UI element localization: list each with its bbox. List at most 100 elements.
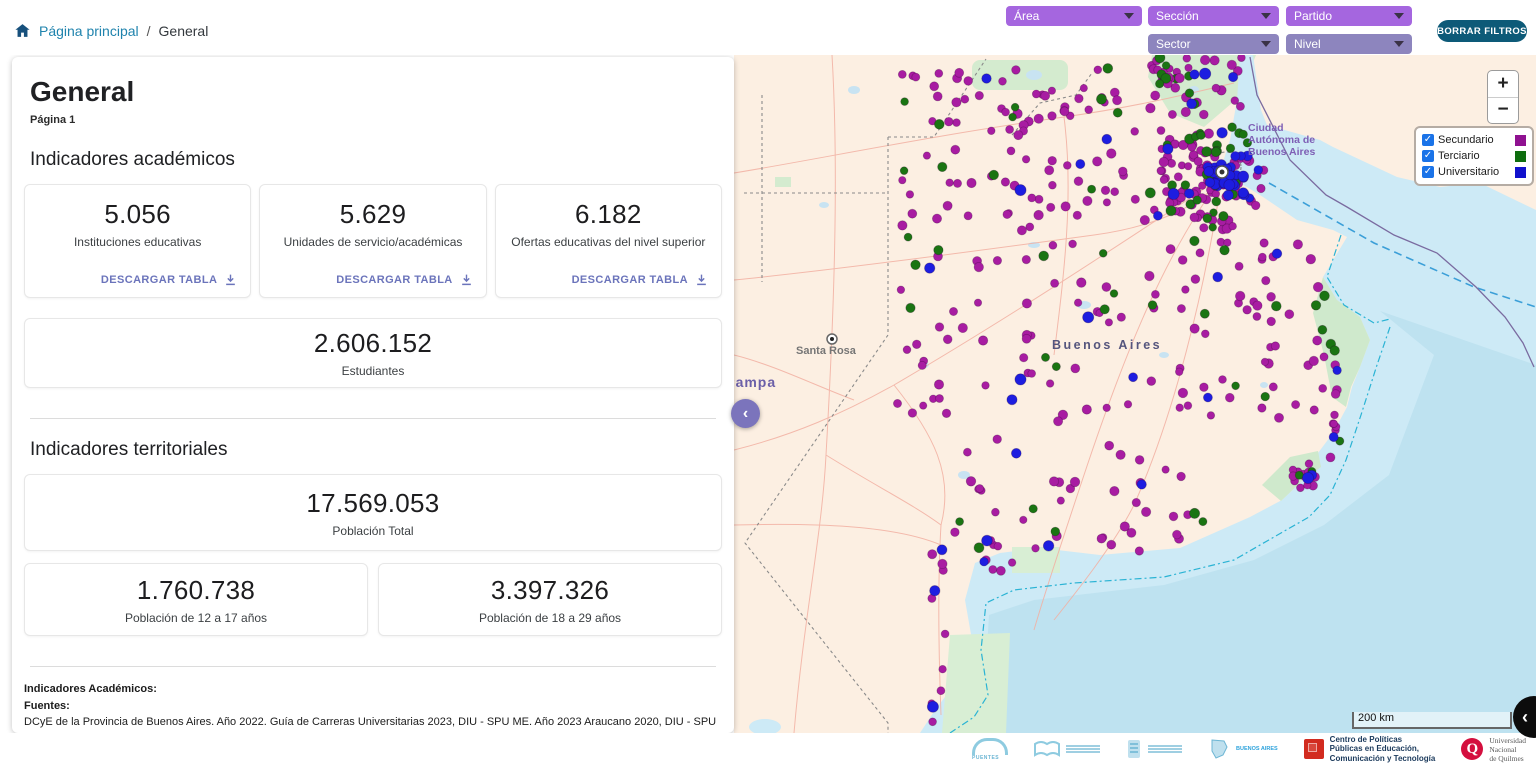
cpp-logo: Centro de Políticas Públicas en Educació… [1304, 735, 1436, 763]
province-map-icon [1208, 738, 1230, 760]
download-icon [224, 273, 237, 286]
card-instituciones: 5.056 Instituciones educativas DESCARGAR… [24, 184, 251, 298]
gba-logo: BUENOS AIRES [1208, 738, 1278, 760]
legend-label-terciario: Terciario [1438, 150, 1480, 162]
unq-line: Nacional [1489, 745, 1526, 754]
card-value: 6.182 [575, 199, 642, 230]
card-value: 17.569.053 [306, 488, 439, 519]
breadcrumb: Página principal / General [14, 22, 208, 39]
label-santa-rosa: Santa Rosa [796, 345, 857, 357]
red-cube-icon [1304, 739, 1324, 759]
card-label: Ofertas educativas del nivel superior [511, 235, 705, 249]
download-icon [460, 273, 473, 286]
unq-logo: Q Universidad Nacional de Quilmes [1461, 736, 1526, 763]
download-table-button[interactable]: DESCARGAR TABLA [572, 273, 708, 286]
card-poblacion-18-29: 3.397.326 Población de 18 a 29 años [378, 563, 722, 636]
legend-row-universitario: ✓ Universitario [1422, 164, 1526, 180]
cpp-line: Públicas en Educación, [1330, 744, 1436, 753]
breadcrumb-separator: / [147, 23, 151, 39]
legend-checkbox-secundario[interactable]: ✓ [1422, 134, 1434, 146]
card-value: 1.760.738 [137, 575, 255, 606]
download-table-button[interactable]: DESCARGAR TABLA [336, 273, 472, 286]
chevron-down-icon [1261, 13, 1271, 19]
download-table-label: DESCARGAR TABLA [572, 274, 688, 286]
zoom-out-button[interactable]: − [1488, 98, 1518, 124]
legend-row-terciario: ✓ Terciario [1422, 148, 1526, 164]
label-la-pampa: La Pampa [734, 374, 776, 390]
card-label: Estudiantes [342, 364, 405, 378]
filter-nivel-label: Nivel [1294, 37, 1321, 51]
filter-partido[interactable]: Partido [1286, 6, 1412, 26]
footnote-line1: DCyE de la Provincia de Buenos Aires. Añ… [24, 716, 716, 733]
card-ofertas: 6.182 Ofertas educativas del nivel super… [495, 184, 722, 298]
map-canvas[interactable]: Santa Rosa La Pampa Buenos Aires Ciudad … [734, 55, 1536, 733]
emblem-icon [1126, 739, 1142, 759]
section-divider [30, 418, 716, 419]
chevron-down-icon [1261, 41, 1271, 47]
filter-seccion-label: Sección [1156, 9, 1199, 23]
card-value: 2.606.152 [314, 328, 432, 359]
puentes-label: PUENTES [972, 755, 1008, 761]
filter-sector[interactable]: Sector [1148, 34, 1279, 54]
svg-text:Buenos Aires: Buenos Aires [1248, 146, 1315, 158]
clear-filters-button[interactable]: BORRAR FILTROS [1437, 20, 1527, 42]
svg-text:Autónoma de: Autónoma de [1248, 134, 1315, 146]
cpp-line: Comunicación y Tecnología [1330, 754, 1436, 763]
section-divider [30, 666, 716, 667]
unq-line: Universidad [1489, 736, 1526, 745]
academic-heading: Indicadores académicos [30, 149, 734, 171]
sources-footnote: Indicadores Académicos: Fuentes: DCyE de… [24, 681, 734, 733]
logo-caption-bars [1066, 744, 1100, 754]
card-poblacion-12-17: 1.760.738 Población de 12 a 17 años [24, 563, 368, 636]
filter-partido-label: Partido [1294, 9, 1332, 23]
footer-logo-strip: PUENTES BUENOS AIRES Centro de Políticas… [0, 733, 1536, 765]
download-table-button[interactable]: DESCARGAR TABLA [101, 273, 237, 286]
filter-area[interactable]: Área [1006, 6, 1142, 26]
page-title: General [30, 77, 734, 107]
logo-caption-bars [1148, 744, 1182, 754]
card-value: 3.397.326 [491, 575, 609, 606]
filter-sector-label: Sector [1156, 37, 1191, 51]
card-value: 5.629 [340, 199, 407, 230]
legend-checkbox-terciario[interactable]: ✓ [1422, 150, 1434, 162]
footnote-heading: Indicadores Académicos: [24, 681, 734, 698]
download-table-label: DESCARGAR TABLA [336, 274, 452, 286]
indicators-panel: General Página 1 Indicadores académicos … [12, 57, 734, 733]
map-scale-bar: 200 km [1352, 712, 1512, 729]
top-bar: Página principal / General Área Sección … [0, 0, 1536, 55]
panel-collapse-button[interactable]: ‹ [731, 399, 760, 428]
card-label: Unidades de servicio/académicas [284, 235, 463, 249]
puentes-bridge-icon [972, 738, 1008, 755]
card-label: Instituciones educativas [74, 235, 201, 249]
home-icon[interactable] [14, 22, 31, 39]
download-table-label: DESCARGAR TABLA [101, 274, 217, 286]
chevron-down-icon [1124, 13, 1134, 19]
zoom-in-button[interactable]: + [1488, 71, 1518, 98]
legend-row-secundario: ✓ Secundario [1422, 132, 1526, 148]
cpp-line: Centro de Políticas [1330, 735, 1436, 744]
consejo-provincial-logo [1034, 740, 1100, 758]
legend-swatch-secundario [1515, 135, 1526, 146]
legend-label-universitario: Universitario [1438, 166, 1499, 178]
book-icon [1034, 740, 1060, 758]
legend-checkbox-universitario[interactable]: ✓ [1422, 166, 1434, 178]
territorial-heading: Indicadores territoriales [30, 439, 734, 461]
gba-label: BUENOS AIRES [1236, 746, 1278, 752]
label-buenos-aires: Buenos Aires [1052, 338, 1162, 352]
page-subtitle: Página 1 [30, 114, 734, 126]
filter-nivel[interactable]: Nivel [1286, 34, 1412, 54]
legend-swatch-universitario [1515, 167, 1526, 178]
chevron-down-icon [1394, 41, 1404, 47]
footnote-sources-label: Fuentes: [24, 698, 734, 715]
filter-seccion[interactable]: Sección [1148, 6, 1279, 26]
breadcrumb-home-link[interactable]: Página principal [39, 23, 139, 39]
card-value: 5.056 [104, 199, 171, 230]
map-zoom-control: + − [1487, 70, 1519, 124]
card-estudiantes: 2.606.152 Estudiantes [24, 318, 722, 388]
card-unidades: 5.629 Unidades de servicio/académicas DE… [259, 184, 486, 298]
svg-text:Ciudad: Ciudad [1248, 122, 1284, 134]
unq-line: de Quilmes [1489, 754, 1526, 763]
card-label: Población de 12 a 17 años [125, 611, 267, 625]
breadcrumb-current: General [159, 23, 209, 39]
filter-area-label: Área [1014, 9, 1039, 23]
